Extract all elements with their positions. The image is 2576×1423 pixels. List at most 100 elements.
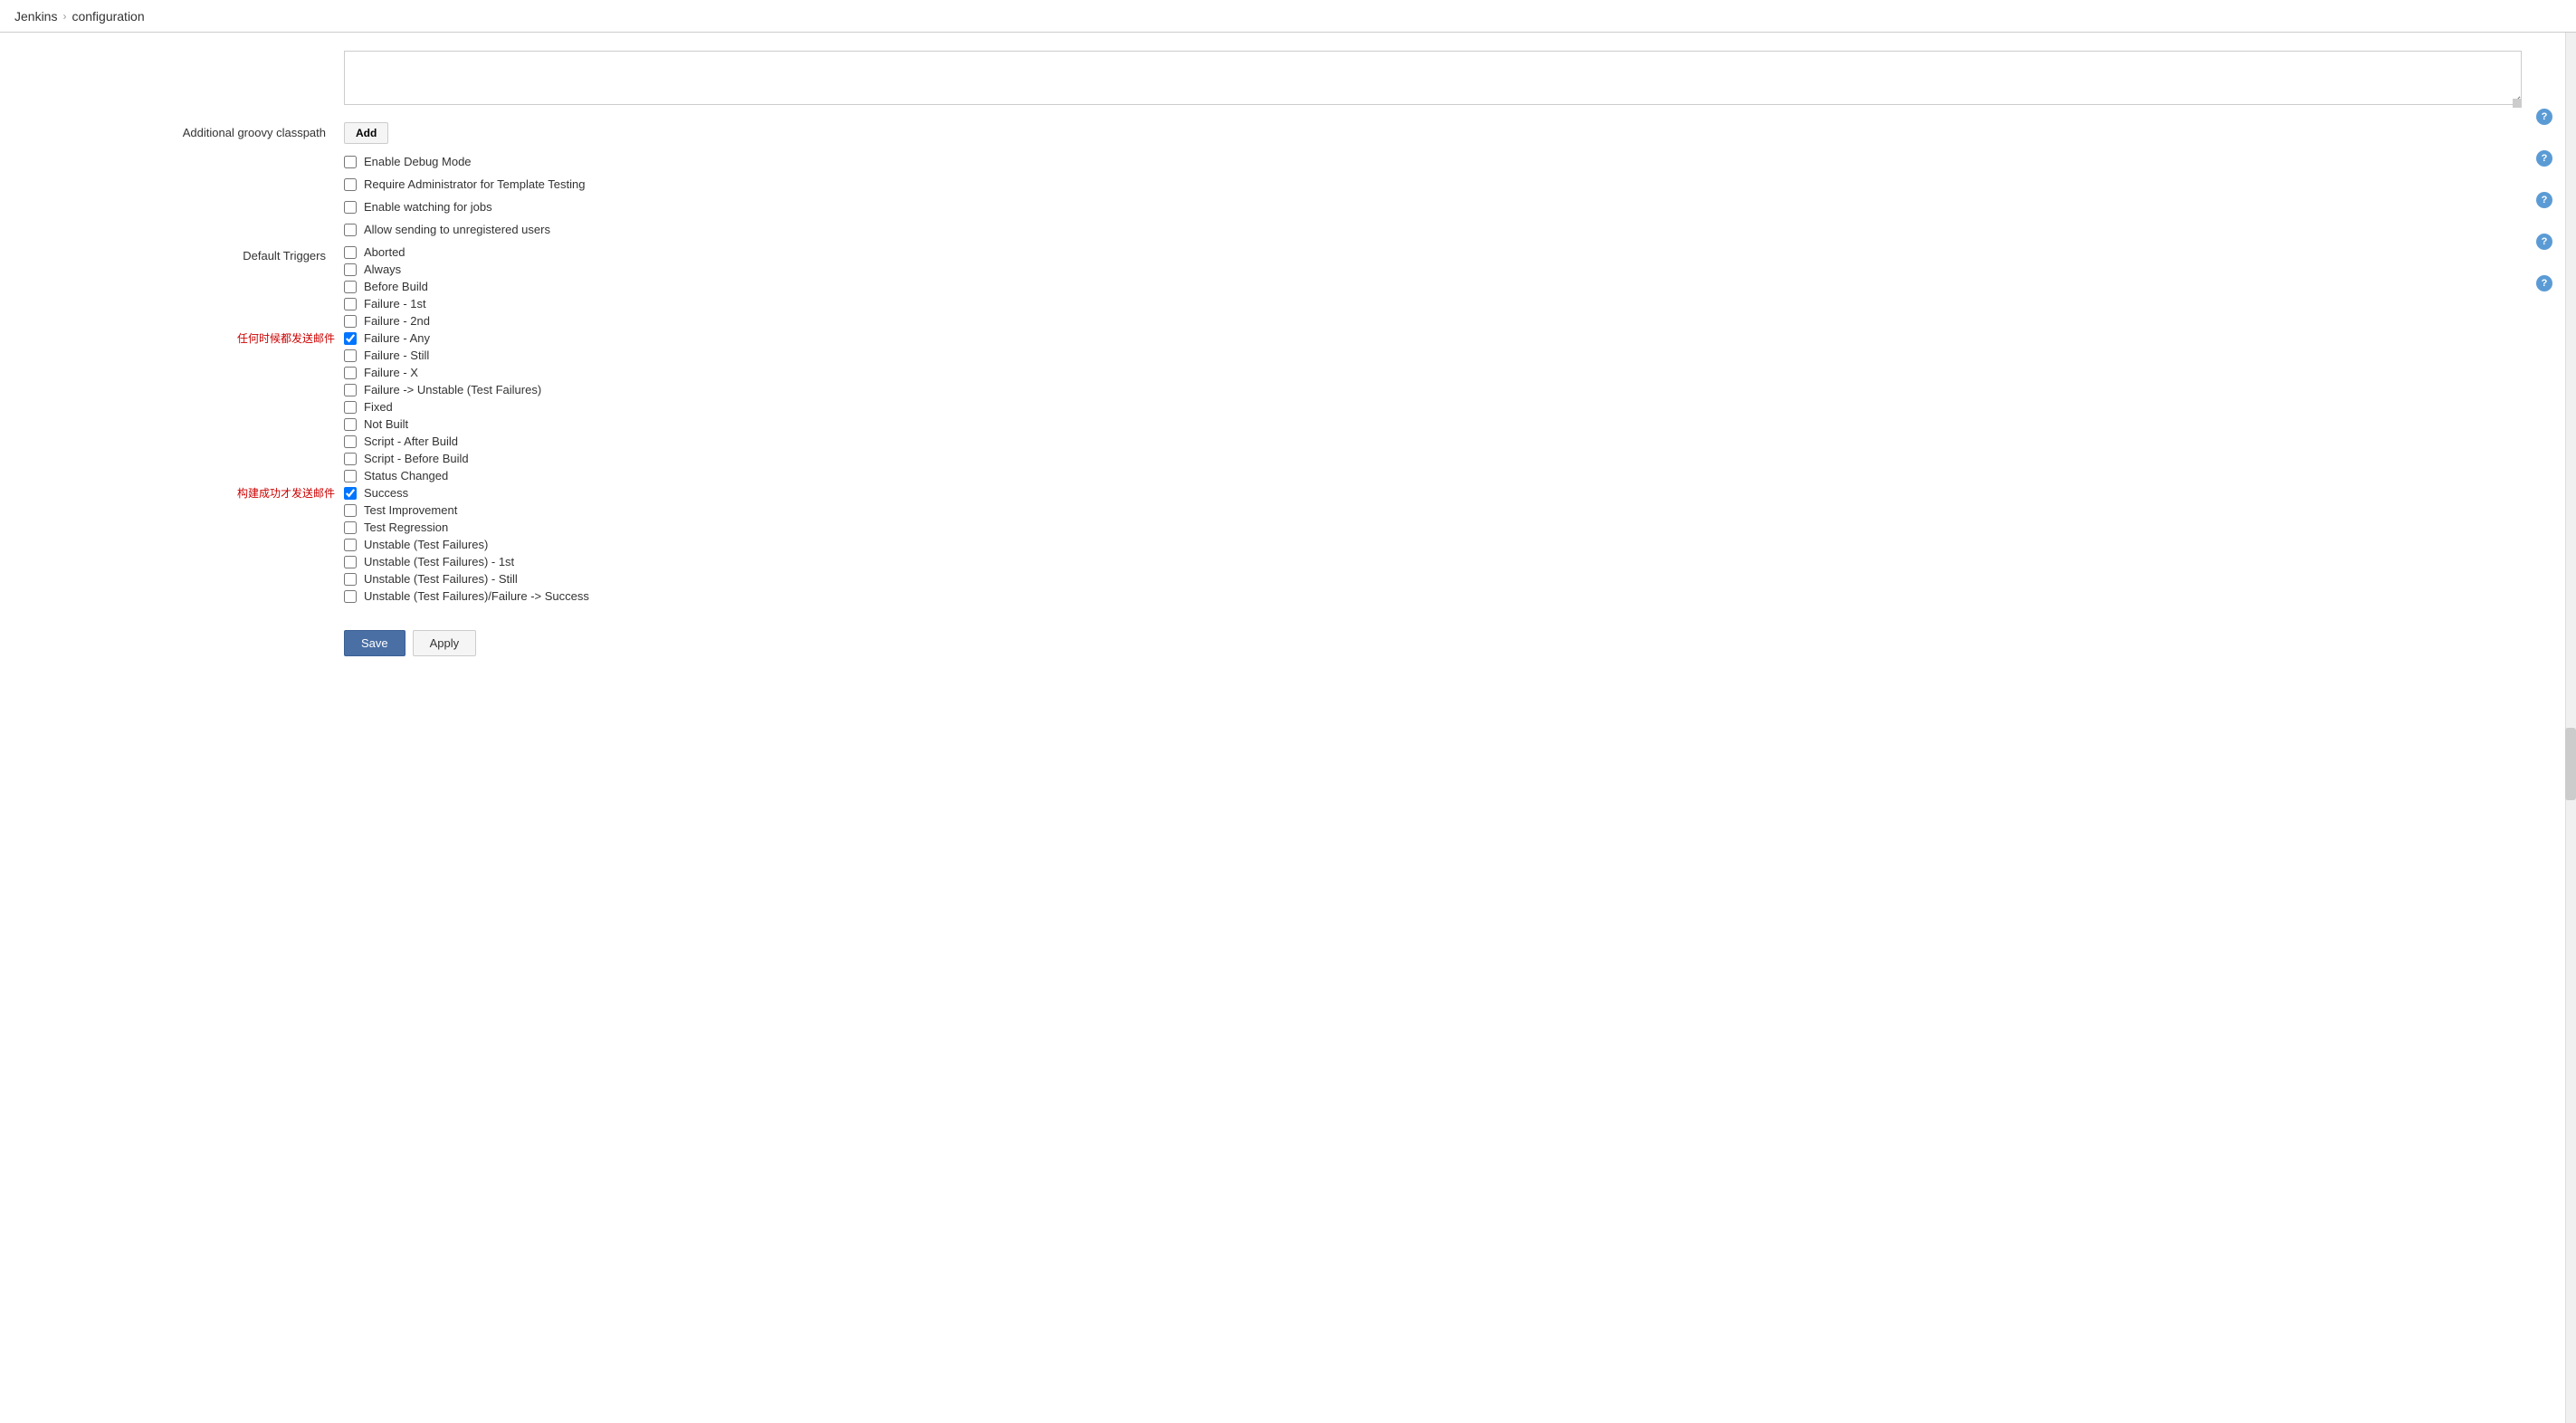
- apply-button[interactable]: Apply: [413, 630, 477, 656]
- trigger-label-status-changed[interactable]: Status Changed: [364, 469, 448, 482]
- checkbox-row-require-admin: Require Administrator for Template Testi…: [0, 177, 2576, 191]
- trigger-checkbox-script-after[interactable]: [344, 435, 357, 448]
- trigger-label-test-improvement[interactable]: Test Improvement: [364, 503, 457, 517]
- annotation-failure-any: 任何时候都发送邮件: [237, 330, 335, 346]
- trigger-item-unstable-1st: Unstable (Test Failures) - 1st: [344, 555, 2576, 568]
- trigger-item-script-after: Script - After Build: [344, 435, 2576, 448]
- checkbox-enable-debug[interactable]: [344, 156, 357, 168]
- checkboxes-container: Enable Debug Mode Require Administrator f…: [0, 155, 2576, 236]
- help-icon-4[interactable]: ?: [2536, 234, 2552, 250]
- trigger-checkbox-status-changed[interactable]: [344, 470, 357, 482]
- breadcrumb-arrow: ›: [62, 10, 66, 23]
- trigger-label-failure-2nd[interactable]: Failure - 2nd: [364, 314, 430, 328]
- scrollbar-track: [2565, 33, 2576, 1423]
- trigger-label-unstable-failure-success[interactable]: Unstable (Test Failures)/Failure -> Succ…: [364, 589, 589, 603]
- trigger-item-unstable-still: Unstable (Test Failures) - Still: [344, 572, 2576, 586]
- trigger-label-unstable-1st[interactable]: Unstable (Test Failures) - 1st: [364, 555, 514, 568]
- trigger-label-aborted[interactable]: Aborted: [364, 245, 405, 259]
- trigger-label-script-after[interactable]: Script - After Build: [364, 435, 458, 448]
- trigger-checkbox-failure-any[interactable]: [344, 332, 357, 345]
- trigger-checkbox-always[interactable]: [344, 263, 357, 276]
- trigger-label-script-before[interactable]: Script - Before Build: [364, 452, 469, 465]
- trigger-checkbox-failure-unstable[interactable]: [344, 384, 357, 396]
- trigger-checkbox-fixed[interactable]: [344, 401, 357, 414]
- help-icon-1[interactable]: ?: [2536, 109, 2552, 125]
- checkbox-enable-watching[interactable]: [344, 201, 357, 214]
- default-triggers-section: Default Triggers Aborted Always Before Bui…: [0, 245, 2576, 603]
- scrollbar-thumb[interactable]: [2565, 728, 2576, 800]
- trigger-label-failure-any[interactable]: Failure - Any: [364, 331, 430, 345]
- trigger-item-aborted: Aborted: [344, 245, 2576, 259]
- trigger-item-test-regression: Test Regression: [344, 520, 2576, 534]
- textarea-resize-handle[interactable]: [2513, 99, 2522, 108]
- checkbox-label-allow-unregistered[interactable]: Allow sending to unregistered users: [364, 223, 550, 236]
- trigger-item-before-build: Before Build: [344, 280, 2576, 293]
- trigger-item-failure-unstable: Failure -> Unstable (Test Failures): [344, 383, 2576, 396]
- trigger-checkbox-failure-2nd[interactable]: [344, 315, 357, 328]
- trigger-checkbox-unstable-still[interactable]: [344, 573, 357, 586]
- add-classpath-button[interactable]: Add: [344, 122, 388, 144]
- trigger-label-failure-x[interactable]: Failure - X: [364, 366, 418, 379]
- default-triggers-label: Default Triggers: [0, 245, 344, 263]
- trigger-checkbox-before-build[interactable]: [344, 281, 357, 293]
- trigger-checkbox-unstable-test-failures[interactable]: [344, 539, 357, 551]
- trigger-checkbox-failure-still[interactable]: [344, 349, 357, 362]
- trigger-checkbox-aborted[interactable]: [344, 246, 357, 259]
- save-button[interactable]: Save: [344, 630, 405, 656]
- additional-groovy-classpath-label: Additional groovy classpath: [0, 122, 344, 139]
- trigger-item-failure-2nd: Failure - 2nd: [344, 314, 2576, 328]
- annotation-success: 构建成功才发送邮件: [237, 485, 335, 501]
- trigger-item-unstable-failure-success: Unstable (Test Failures)/Failure -> Succ…: [344, 589, 2576, 603]
- trigger-checkbox-not-built[interactable]: [344, 418, 357, 431]
- trigger-label-before-build[interactable]: Before Build: [364, 280, 428, 293]
- trigger-checkbox-test-regression[interactable]: [344, 521, 357, 534]
- main-content: Additional groovy classpath Add Enable D…: [0, 33, 2576, 1423]
- trigger-item-script-before: Script - Before Build: [344, 452, 2576, 465]
- trigger-label-test-regression[interactable]: Test Regression: [364, 520, 448, 534]
- trigger-checkbox-success[interactable]: [344, 487, 357, 500]
- trigger-item-failure-any: Failure - Any任何时候都发送邮件: [344, 331, 2576, 345]
- triggers-list: Aborted Always Before Build Failure - 1st Fa…: [344, 245, 2576, 603]
- trigger-item-failure-x: Failure - X: [344, 366, 2576, 379]
- trigger-checkbox-failure-x[interactable]: [344, 367, 357, 379]
- trigger-checkbox-test-improvement[interactable]: [344, 504, 357, 517]
- page-title: configuration: [72, 9, 144, 24]
- additional-groovy-classpath-section: Additional groovy classpath Add: [0, 122, 2576, 144]
- help-icon-3[interactable]: ?: [2536, 192, 2552, 208]
- trigger-item-failure-still: Failure - Still: [344, 349, 2576, 362]
- trigger-label-fixed[interactable]: Fixed: [364, 400, 393, 414]
- checkbox-row-enable-watching: Enable watching for jobs: [0, 200, 2576, 214]
- trigger-checkbox-unstable-failure-success[interactable]: [344, 590, 357, 603]
- checkbox-allow-unregistered[interactable]: [344, 224, 357, 236]
- checkbox-label-require-admin[interactable]: Require Administrator for Template Testi…: [364, 177, 585, 191]
- help-icon-2[interactable]: ?: [2536, 150, 2552, 167]
- trigger-label-failure-1st[interactable]: Failure - 1st: [364, 297, 426, 310]
- checkbox-row-allow-unregistered: Allow sending to unregistered users: [0, 223, 2576, 236]
- trigger-checkbox-unstable-1st[interactable]: [344, 556, 357, 568]
- trigger-label-always[interactable]: Always: [364, 263, 401, 276]
- groovy-script-textarea[interactable]: [344, 51, 2522, 105]
- trigger-item-unstable-test-failures: Unstable (Test Failures): [344, 538, 2576, 551]
- help-icons-panel: ? ? ? ? ?: [2536, 109, 2552, 291]
- checkbox-label-enable-watching[interactable]: Enable watching for jobs: [364, 200, 492, 214]
- trigger-label-unstable-test-failures[interactable]: Unstable (Test Failures): [364, 538, 488, 551]
- breadcrumb: Jenkins › configuration: [0, 0, 2576, 33]
- app-name[interactable]: Jenkins: [14, 9, 57, 24]
- trigger-label-failure-unstable[interactable]: Failure -> Unstable (Test Failures): [364, 383, 541, 396]
- trigger-checkbox-script-before[interactable]: [344, 453, 357, 465]
- trigger-item-fixed: Fixed: [344, 400, 2576, 414]
- trigger-label-success[interactable]: Success: [364, 486, 408, 500]
- help-icon-5[interactable]: ?: [2536, 275, 2552, 291]
- trigger-item-always: Always: [344, 263, 2576, 276]
- trigger-label-not-built[interactable]: Not Built: [364, 417, 408, 431]
- trigger-label-failure-still[interactable]: Failure - Still: [364, 349, 429, 362]
- trigger-checkbox-failure-1st[interactable]: [344, 298, 357, 310]
- checkbox-row-enable-debug: Enable Debug Mode: [0, 155, 2576, 168]
- checkbox-require-admin[interactable]: [344, 178, 357, 191]
- trigger-item-status-changed: Status Changed: [344, 469, 2576, 482]
- action-buttons: Save Apply: [0, 630, 2576, 656]
- trigger-item-test-improvement: Test Improvement: [344, 503, 2576, 517]
- trigger-label-unstable-still[interactable]: Unstable (Test Failures) - Still: [364, 572, 518, 586]
- checkbox-label-enable-debug[interactable]: Enable Debug Mode: [364, 155, 472, 168]
- trigger-item-success: Success构建成功才发送邮件: [344, 486, 2576, 500]
